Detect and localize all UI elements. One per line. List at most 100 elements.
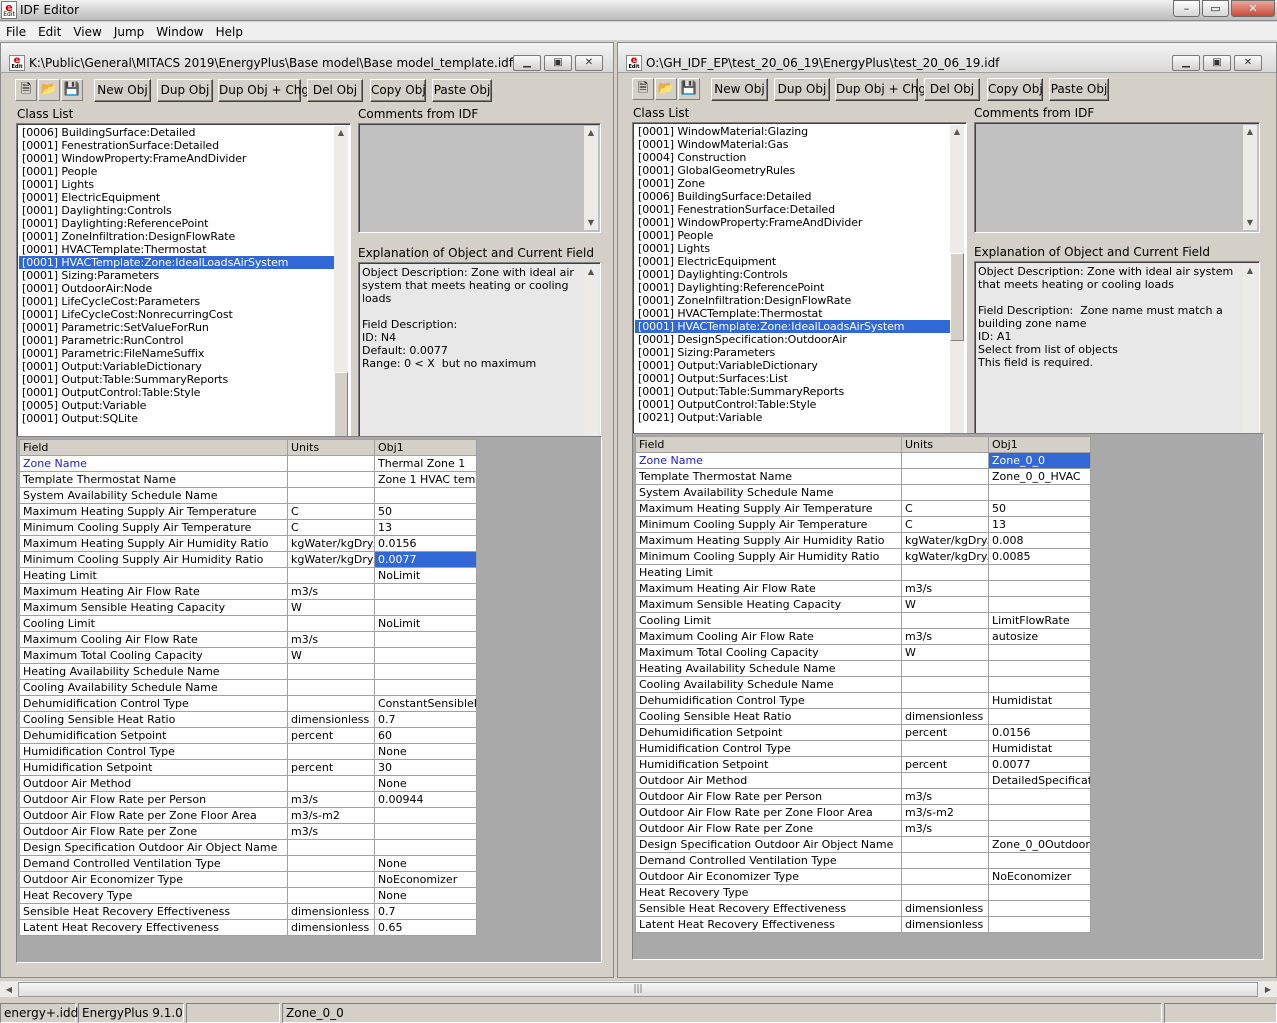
- value-cell[interactable]: [374, 631, 477, 648]
- value-cell[interactable]: Humidistat: [988, 692, 1091, 709]
- class-list-item[interactable]: [0001] Zone: [635, 177, 951, 190]
- value-cell[interactable]: Zone_0_0_HVAC: [988, 468, 1091, 485]
- save-icon[interactable]: 💾: [678, 78, 700, 100]
- comments-scrollbar[interactable]: ▲ ▼: [1243, 125, 1257, 230]
- class-list-item[interactable]: [0001] GlobalGeometryRules: [635, 164, 951, 177]
- scroll-down-icon[interactable]: ▼: [1243, 216, 1257, 230]
- menu-file[interactable]: File: [0, 22, 32, 40]
- class-list-scrollbar[interactable]: ▲ ▼: [334, 126, 348, 465]
- value-cell[interactable]: [988, 788, 1091, 805]
- class-list-item[interactable]: [0001] ElectricEquipment: [635, 255, 951, 268]
- class-list-item[interactable]: [0001] HVACTemplate:Zone:IdealLoadsAirSy…: [19, 256, 335, 269]
- class-list-item[interactable]: [0001] Output:Table:SummaryReports: [19, 373, 335, 386]
- class-list-item[interactable]: [0005] Output:Variable: [19, 399, 335, 412]
- value-cell[interactable]: 0.7: [374, 903, 477, 920]
- class-list-item[interactable]: [0001] Parametric:FileNameSuffix: [19, 347, 335, 360]
- value-cell[interactable]: [374, 647, 477, 664]
- value-cell[interactable]: Humidistat: [988, 740, 1091, 757]
- class-list-item[interactable]: [0001] Sizing:Parameters: [635, 346, 951, 359]
- value-cell[interactable]: None: [374, 887, 477, 904]
- dup-obj-chg-button[interactable]: Dup Obj + Chg: [835, 78, 926, 101]
- value-cell[interactable]: [374, 823, 477, 840]
- workspace-horizontal-scrollbar[interactable]: ◀ ||| ▶: [0, 980, 1277, 997]
- value-cell[interactable]: 50: [374, 503, 477, 520]
- class-list-item[interactable]: [0001] Parametric:RunControl: [19, 334, 335, 347]
- class-list-item[interactable]: [0001] WindowMaterial:Gas: [635, 138, 951, 151]
- value-cell[interactable]: [988, 820, 1091, 837]
- menu-window[interactable]: Window: [150, 22, 209, 40]
- value-cell[interactable]: [988, 596, 1091, 613]
- value-cell[interactable]: 0.0156: [988, 724, 1091, 741]
- class-list-item[interactable]: [0001] Daylighting:Controls: [635, 268, 951, 281]
- open-folder-icon[interactable]: 📂: [38, 79, 60, 101]
- value-cell[interactable]: Zone 1 HVAC templ: [374, 471, 477, 488]
- class-list-item[interactable]: [0001] LifeCycleCost:NonrecurringCost: [19, 308, 335, 321]
- class-list-item[interactable]: [0001] ZoneInfiltration:DesignFlowRate: [635, 294, 951, 307]
- del-obj-button[interactable]: Del Obj: [924, 78, 980, 101]
- class-list-item[interactable]: [0001] Output:VariableDictionary: [635, 359, 951, 372]
- paste-obj-button[interactable]: Paste Obj: [1049, 78, 1109, 101]
- class-list-item[interactable]: [0001] Output:Surfaces:List: [635, 372, 951, 385]
- obj1-column-header[interactable]: Obj1: [374, 439, 477, 456]
- value-cell[interactable]: [988, 644, 1091, 661]
- right-minimize-button[interactable]: ▁: [1172, 55, 1200, 71]
- menu-edit[interactable]: Edit: [32, 22, 67, 40]
- menu-jump[interactable]: Jump: [108, 22, 150, 40]
- scroll-right-icon[interactable]: ▶: [1260, 982, 1276, 997]
- horizontal-scrollbar-thumb[interactable]: |||: [18, 982, 1258, 997]
- value-cell[interactable]: [988, 884, 1091, 901]
- new-obj-button[interactable]: New Obj: [94, 79, 151, 102]
- copy-obj-button[interactable]: Copy Obj: [987, 78, 1043, 101]
- class-list-item[interactable]: [0001] Output:VariableDictionary: [19, 360, 335, 373]
- class-list-item[interactable]: [0001] Output:SQLite: [19, 412, 335, 425]
- scroll-up-icon[interactable]: ▲: [584, 126, 598, 140]
- class-list[interactable]: [0001] WindowMaterial:Glazing [0001] Wind…: [632, 122, 967, 467]
- value-cell[interactable]: 0.7: [374, 711, 477, 728]
- value-cell[interactable]: 0.0077: [374, 551, 477, 568]
- class-list-item[interactable]: [0001] People: [19, 165, 335, 178]
- class-list-item[interactable]: [0001] WindowProperty:FrameAndDivider: [19, 152, 335, 165]
- class-list[interactable]: [0006] BuildingSurface:Detailed [0001] Fe…: [16, 123, 351, 468]
- dup-obj-button[interactable]: Dup Obj: [157, 79, 213, 102]
- class-list-item[interactable]: [0001] HVACTemplate:Thermostat: [635, 307, 951, 320]
- value-cell[interactable]: [988, 660, 1091, 677]
- value-cell[interactable]: 13: [988, 516, 1091, 533]
- class-list-item[interactable]: [0001] LifeCycleCost:Parameters: [19, 295, 335, 308]
- class-list-item[interactable]: [0001] OutputControl:Table:Style: [635, 398, 951, 411]
- class-list-item[interactable]: [0021] Output:Variable: [635, 411, 951, 424]
- class-list-item[interactable]: [0001] HVACTemplate:Thermostat: [19, 243, 335, 256]
- value-cell[interactable]: [988, 916, 1091, 933]
- class-list-item[interactable]: [0001] Sizing:Parameters: [19, 269, 335, 282]
- value-cell[interactable]: NoEconomizer: [988, 868, 1091, 885]
- app-minimize-button[interactable]: –: [1173, 0, 1200, 17]
- value-cell[interactable]: NoLimit: [374, 567, 477, 584]
- value-cell[interactable]: [374, 663, 477, 680]
- right-close-button[interactable]: ✕: [1234, 55, 1262, 71]
- dup-obj-chg-button[interactable]: Dup Obj + Chg: [218, 79, 309, 102]
- class-list-item[interactable]: [0001] WindowProperty:FrameAndDivider: [635, 216, 951, 229]
- class-list-item[interactable]: [0001] ElectricEquipment: [19, 191, 335, 204]
- obj1-column-header[interactable]: Obj1: [988, 436, 1091, 453]
- scroll-down-icon[interactable]: ▼: [584, 216, 598, 230]
- new-file-icon[interactable]: 🗎: [15, 79, 37, 101]
- value-cell[interactable]: [988, 708, 1091, 725]
- comments-scrollbar[interactable]: ▲ ▼: [584, 126, 598, 230]
- left-close-button[interactable]: ✕: [575, 55, 603, 71]
- dup-obj-button[interactable]: Dup Obj: [774, 78, 830, 101]
- value-cell[interactable]: [988, 804, 1091, 821]
- value-cell[interactable]: [988, 580, 1091, 597]
- class-list-item[interactable]: [0001] FenestrationSurface:Detailed: [19, 139, 335, 152]
- value-cell[interactable]: 0.008: [988, 532, 1091, 549]
- value-cell[interactable]: 0.0085: [988, 548, 1091, 565]
- value-cell[interactable]: 60: [374, 727, 477, 744]
- menu-help[interactable]: Help: [210, 22, 249, 40]
- scroll-up-icon[interactable]: ▲: [1243, 264, 1257, 278]
- right-restore-button[interactable]: ▣: [1203, 55, 1231, 71]
- class-list-item[interactable]: [0001] OutdoorAir:Node: [19, 282, 335, 295]
- value-cell[interactable]: [988, 484, 1091, 501]
- del-obj-button[interactable]: Del Obj: [307, 79, 363, 102]
- scroll-up-icon[interactable]: ▲: [334, 126, 348, 140]
- value-cell[interactable]: [374, 839, 477, 856]
- value-cell[interactable]: autosize: [988, 628, 1091, 645]
- value-cell[interactable]: 50: [988, 500, 1091, 517]
